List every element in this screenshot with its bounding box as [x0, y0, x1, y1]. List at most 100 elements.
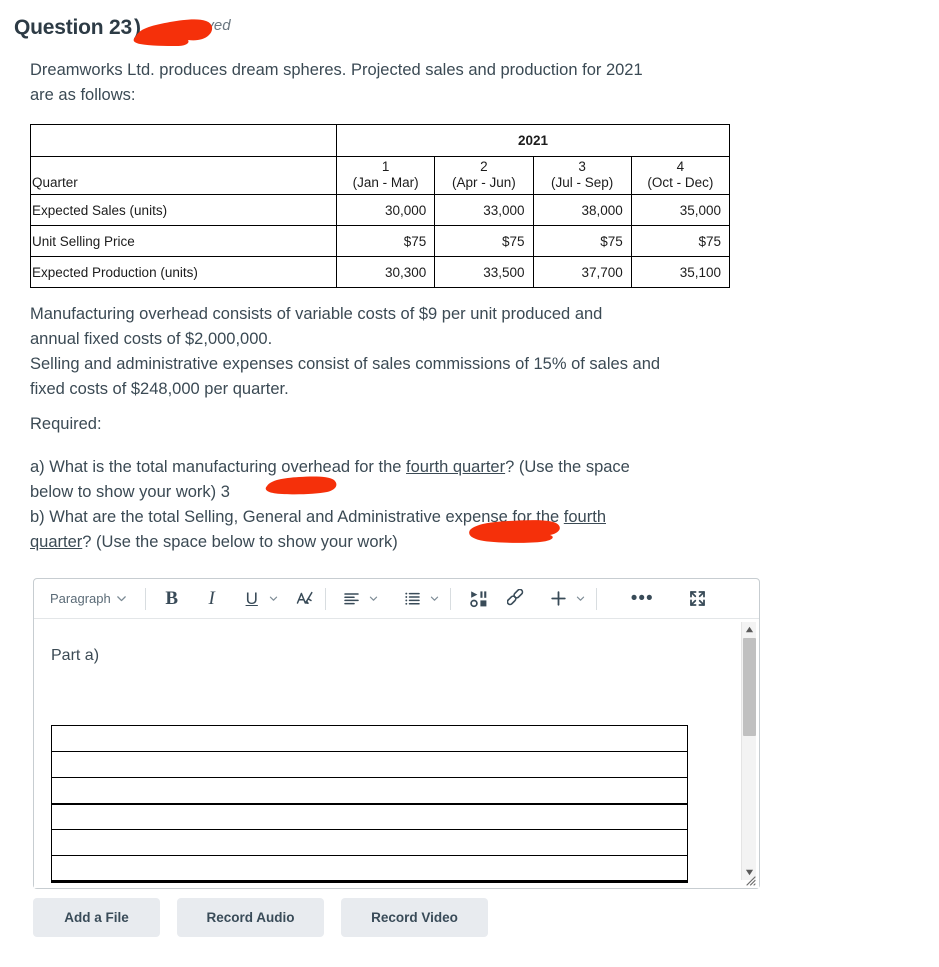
text-color-button[interactable]	[292, 585, 318, 613]
overflow-icon: •••	[630, 587, 654, 609]
media-button[interactable]	[466, 585, 492, 613]
chevron-down-icon	[268, 593, 279, 604]
toolbar-divider	[449, 587, 451, 610]
intro-paragraph: Dreamworks Ltd. produces dream spheres. …	[30, 58, 790, 108]
question-b-text-part2: ? (Use the space below to show your work…	[82, 533, 398, 551]
align-options-dropdown[interactable]	[365, 585, 382, 613]
rich-content-editor: Paragraph B I U ••• Part a)	[33, 578, 760, 889]
table-row: Unit Selling Price $75 $75 $75 $75	[30, 225, 731, 257]
scroll-up-arrow-icon[interactable]	[742, 622, 757, 637]
table-row[interactable]	[51, 829, 688, 856]
cell-unit-price-q2: $75	[434, 225, 534, 257]
italic-icon: I	[208, 588, 215, 609]
answer-cell[interactable]	[51, 803, 688, 830]
cell-expected-sales-q2: 33,000	[434, 194, 534, 226]
saved-status: Saved	[167, 17, 231, 34]
quarter-months-1: (Jan - Mar)	[352, 175, 419, 190]
insert-button[interactable]	[546, 585, 572, 613]
table-row[interactable]	[51, 777, 688, 805]
insert-options-dropdown[interactable]	[572, 585, 589, 613]
editor-content-area[interactable]: Part a)	[34, 619, 759, 888]
underline-options-dropdown[interactable]	[265, 585, 282, 613]
question-a-text-part1: a) What is the total manufacturing overh…	[30, 458, 407, 476]
quarter-row-label: Quarter	[30, 156, 337, 195]
table-row[interactable]	[51, 725, 688, 752]
cell-unit-price-q3: $75	[532, 225, 632, 257]
answer-cell[interactable]	[51, 725, 688, 752]
row-label-expected-sales: Expected Sales (units)	[30, 194, 337, 226]
table-row[interactable]	[51, 751, 688, 778]
sga-line-1: Selling and administrative expenses cons…	[30, 355, 661, 373]
fullscreen-icon	[688, 589, 707, 608]
media-record-icon	[469, 589, 489, 609]
align-button[interactable]	[339, 585, 365, 613]
intro-line-2: are as follows:	[30, 86, 136, 104]
underline-icon: U	[245, 589, 258, 608]
mfg-overhead-line-1: Manufacturing overhead consists of varia…	[30, 305, 603, 323]
quarter-header-4: 4 (Oct - Dec)	[630, 156, 731, 195]
table-row[interactable]	[51, 855, 688, 883]
required-heading: Required:	[30, 415, 102, 433]
record-audio-button[interactable]: Record Audio	[177, 898, 324, 937]
resize-grip-icon[interactable]	[743, 873, 757, 887]
add-file-button[interactable]: Add a File	[33, 898, 160, 937]
table-row: Expected Production (units) 30,300 33,50…	[30, 256, 731, 288]
table-row[interactable]	[51, 803, 688, 830]
question-a-text-part2: ? (Use the space	[505, 458, 630, 476]
projections-table: 2021 Quarter 1 (Jan - Mar) 2 (Apr - Jun)…	[30, 124, 731, 288]
quarter-number-2: 2	[480, 159, 488, 174]
chevron-down-icon	[575, 593, 586, 604]
fullscreen-button[interactable]	[685, 585, 711, 613]
page-title: Question 23	[14, 16, 132, 39]
cell-expected-production-q2: 33,500	[434, 256, 534, 288]
question-a-underlined: fourth quarter	[406, 458, 506, 476]
year-header-cell: 2021	[336, 124, 730, 157]
mfg-overhead-line-2: annual fixed costs of $2,000,000.	[30, 330, 273, 348]
row-label-expected-production: Expected Production (units)	[30, 256, 337, 288]
link-button[interactable]	[504, 585, 530, 613]
toolbar-divider	[324, 587, 326, 610]
bulleted-list-icon	[403, 589, 422, 608]
underline-button[interactable]: U	[239, 585, 265, 613]
chevron-down-icon	[111, 592, 133, 605]
editor-toolbar: Paragraph B I U •••	[34, 579, 759, 619]
record-video-button[interactable]: Record Video	[341, 898, 488, 937]
list-options-dropdown[interactable]	[426, 585, 443, 613]
attachment-buttons: Add a File Record Audio Record Video	[33, 898, 488, 937]
answer-cell[interactable]	[51, 829, 688, 856]
quarter-number-4: 4	[676, 159, 685, 174]
question-header: Question 23 ) Saved	[14, 16, 231, 40]
empty-corner-cell	[30, 124, 337, 157]
question-title-suffix: )	[134, 16, 141, 39]
quarter-months-3: (Jul - Sep)	[550, 175, 614, 190]
chevron-down-icon	[368, 593, 379, 604]
scrollbar-thumb[interactable]	[743, 638, 756, 736]
table-row: Expected Sales (units) 30,000 33,000 38,…	[30, 194, 731, 226]
cell-expected-sales-q4: 35,000	[630, 194, 731, 226]
required-questions: a) What is the total manufacturing overh…	[30, 455, 820, 555]
editor-scrollbar[interactable]	[741, 622, 756, 880]
bold-button[interactable]: B	[159, 585, 185, 613]
status-badge: Saved	[188, 17, 231, 34]
answer-work-table[interactable]	[51, 725, 688, 883]
question-b-text-part1: b) What are the total Selling, General a…	[30, 508, 564, 526]
list-button[interactable]	[400, 585, 426, 613]
answer-cell[interactable]	[51, 777, 688, 805]
cell-expected-production-q1: 30,300	[335, 256, 436, 288]
paragraph-format-dropdown[interactable]: Paragraph	[40, 585, 138, 613]
italic-button[interactable]: I	[199, 585, 225, 613]
toolbar-divider	[144, 587, 146, 610]
answer-cell[interactable]	[51, 751, 688, 778]
quarter-header-1: 1 (Jan - Mar)	[335, 156, 436, 195]
chevron-down-icon	[429, 593, 440, 604]
question-b-underlined-1: fourth	[563, 508, 606, 526]
check-icon	[167, 18, 182, 33]
cell-expected-sales-q3: 38,000	[532, 194, 632, 226]
cell-expected-production-q4: 35,100	[630, 256, 731, 288]
answer-cell[interactable]	[51, 855, 688, 883]
cell-unit-price-q1: $75	[335, 225, 436, 257]
question-b-underlined-2: quarter	[30, 533, 83, 551]
overflow-menu-button[interactable]: •••	[628, 585, 657, 613]
table-row-year: 2021	[30, 124, 730, 157]
bold-icon: B	[165, 588, 179, 609]
